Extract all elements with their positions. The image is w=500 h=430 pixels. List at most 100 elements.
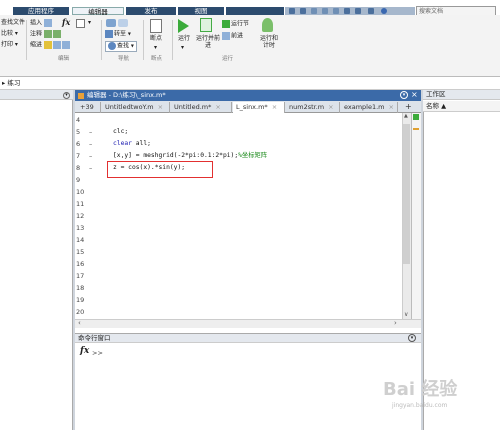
- command-window-body[interactable]: [75, 343, 421, 430]
- paste-icon[interactable]: [333, 8, 339, 14]
- editor-horizontal-scrollbar[interactable]: [75, 319, 421, 328]
- code-line-5: clc;: [113, 128, 129, 135]
- go-forward-icon[interactable]: [118, 19, 128, 27]
- editor-tab-example1[interactable]: example1.m ×: [341, 102, 398, 113]
- run-button[interactable]: 运行: [178, 35, 190, 43]
- line-number: 16: [76, 260, 85, 268]
- run-and-advance-icon[interactable]: [200, 18, 212, 32]
- warning-marker[interactable]: [413, 128, 419, 130]
- ribbon-divider: [143, 20, 144, 60]
- ribbon-divider: [26, 20, 27, 60]
- tab-strip-filler: [226, 7, 284, 15]
- advance-button[interactable]: 前进: [222, 32, 243, 41]
- fx-button[interactable]: fx: [62, 18, 70, 26]
- editor-tab-label: Untitled.m*: [174, 103, 212, 111]
- code-analyzer-strip: [411, 113, 421, 319]
- code-comment: %坐标矩阵: [238, 152, 268, 159]
- code-text: all;: [131, 140, 151, 147]
- tab-close-icon[interactable]: ×: [215, 103, 220, 111]
- current-folder-bar[interactable]: ▸ 练习: [0, 78, 500, 90]
- code-analyzer-status-icon[interactable]: [413, 114, 419, 120]
- line-number: 20: [76, 308, 85, 316]
- switch-windows-icon[interactable]: [368, 8, 374, 14]
- line-marker: –: [89, 152, 93, 160]
- goto-button[interactable]: 转至 ▾: [105, 30, 131, 39]
- editor-scroll-thumb[interactable]: [403, 124, 410, 264]
- editor-actions-icon[interactable]: ▾: [400, 91, 408, 99]
- code-keyword: clear: [113, 140, 132, 147]
- panel-actions-icon[interactable]: ▾: [63, 92, 70, 99]
- tab-publish[interactable]: 发布: [126, 7, 176, 15]
- line-marker: –: [89, 140, 93, 148]
- find-files-button[interactable]: 查找文件: [1, 19, 25, 27]
- cut-icon[interactable]: [311, 8, 317, 14]
- code-text: [x,y] = meshgrid(-2*pi:0.1:2*pi);: [113, 152, 239, 159]
- scroll-right-arrow[interactable]: ›: [394, 319, 397, 327]
- section-label-run: 运行: [222, 56, 234, 62]
- goto-icon: [105, 30, 113, 38]
- editor-tab-untitledtwoy[interactable]: UntitledtwoY.m ×: [102, 102, 170, 113]
- breakpoints-dropdown-arrow[interactable]: ▾: [154, 44, 157, 52]
- save-icon[interactable]: [289, 8, 295, 14]
- go-back-icon[interactable]: [106, 19, 116, 27]
- run-icon[interactable]: [178, 19, 189, 33]
- new-tab-plus-icon[interactable]: +: [405, 102, 412, 112]
- comment-label: 注释: [30, 30, 43, 38]
- run-and-time-button[interactable]: 运行和计时: [258, 35, 280, 49]
- decrease-indent-icon: [61, 41, 70, 49]
- tab-close-icon[interactable]: ×: [328, 103, 333, 111]
- print-button[interactable]: 打印 ▾: [1, 41, 18, 49]
- editor-tab-overflow[interactable]: +39: [77, 102, 101, 113]
- run-and-advance-button[interactable]: 运行并前进: [196, 35, 220, 49]
- indent-button[interactable]: 缩进: [30, 41, 71, 50]
- scroll-up-arrow[interactable]: ▲: [404, 113, 408, 119]
- edit-dropdown-arrow[interactable]: ▾: [88, 19, 91, 27]
- tab-apps[interactable]: 应用程序: [13, 7, 69, 15]
- print-label: 打印: [1, 41, 14, 48]
- run-and-time-icon[interactable]: [262, 18, 273, 32]
- editor-tab-label: UntitledtwoY.m: [105, 103, 154, 111]
- editor-tab-l-sinx[interactable]: L_sinx.m* ×: [233, 102, 285, 113]
- command-window-actions-icon[interactable]: ▾: [408, 334, 416, 342]
- advance-icon: [222, 32, 230, 40]
- tab-close-icon[interactable]: ×: [389, 103, 394, 111]
- breakpoints-icon[interactable]: [150, 19, 162, 33]
- comment-icon: [43, 30, 52, 38]
- line-number: 13: [76, 224, 85, 232]
- tab-view[interactable]: 视图: [178, 7, 224, 15]
- comment-button[interactable]: 注释: [30, 30, 62, 39]
- goto-label: 转至: [114, 30, 127, 38]
- tab-close-icon[interactable]: ×: [158, 103, 163, 111]
- editor-close-icon[interactable]: ×: [411, 90, 418, 100]
- ribbon-divider: [101, 20, 102, 60]
- editor-tab-num2str[interactable]: num2str.m ×: [286, 102, 340, 113]
- redo-icon[interactable]: [355, 8, 361, 14]
- command-window-title: 命令行窗口: [75, 333, 421, 343]
- run-section-button[interactable]: 运行节: [222, 20, 249, 29]
- line-number: 17: [76, 272, 85, 280]
- scroll-left-arrow[interactable]: ‹: [78, 319, 81, 327]
- find-button[interactable]: 查找 ▾: [105, 41, 137, 52]
- undo-icon[interactable]: [344, 8, 350, 14]
- increase-indent-icon: [52, 41, 61, 49]
- fx-function-browser-icon[interactable]: fx: [80, 346, 89, 356]
- breakpoints-button[interactable]: 断点: [150, 35, 162, 43]
- workspace-name-column-header[interactable]: 名称 ▲: [423, 101, 500, 112]
- function-browser-icon[interactable]: [76, 19, 85, 28]
- line-number: 15: [76, 248, 85, 256]
- run-dropdown-arrow[interactable]: ▾: [181, 44, 184, 52]
- copy-icon[interactable]: [322, 8, 328, 14]
- tab-close-icon[interactable]: ×: [272, 103, 277, 111]
- scroll-down-arrow[interactable]: ∨: [404, 311, 408, 318]
- compare-button[interactable]: 比较 ▾: [1, 30, 18, 38]
- line-number: 5: [76, 128, 81, 136]
- insert-button[interactable]: 插入: [30, 19, 53, 28]
- editor-tab-untitled[interactable]: Untitled.m* ×: [171, 102, 232, 113]
- line-number: 7: [76, 152, 81, 160]
- tab-editor[interactable]: 编辑器: [72, 7, 124, 16]
- line-number: 18: [76, 284, 85, 292]
- editor-tab-label: +39: [80, 103, 94, 111]
- code-line-7: [x,y] = meshgrid(-2*pi:0.1:2*pi);%坐标矩阵: [113, 151, 267, 161]
- save-all-icon[interactable]: [300, 8, 306, 14]
- help-icon[interactable]: [381, 8, 387, 14]
